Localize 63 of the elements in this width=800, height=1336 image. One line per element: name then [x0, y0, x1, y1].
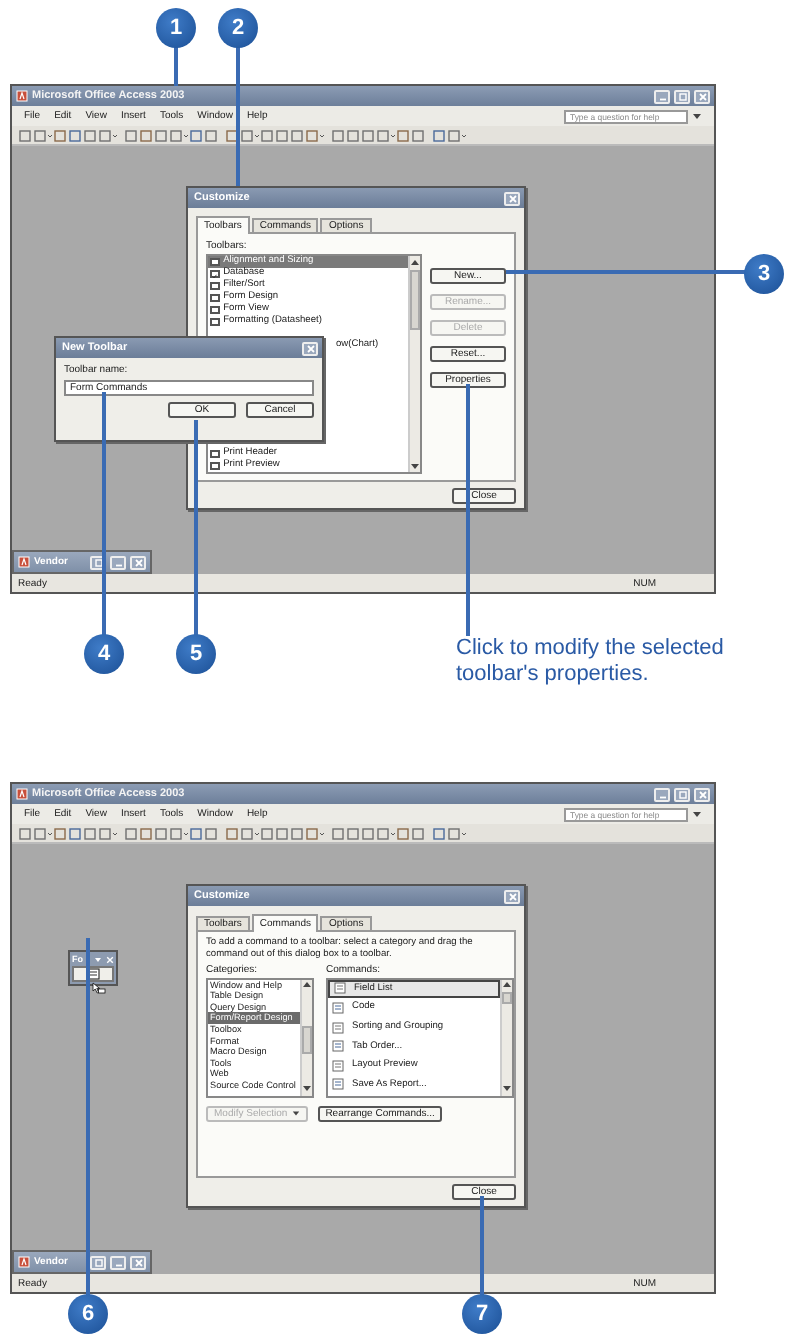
square-icon [677, 91, 687, 101]
document-icon [332, 1059, 344, 1072]
drag-cursor-icon [92, 982, 106, 994]
app-icon [18, 1256, 30, 1268]
close-icon [305, 343, 315, 353]
close-button[interactable] [130, 1255, 146, 1269]
close-icon [133, 1257, 143, 1267]
document-icon [334, 982, 346, 995]
callout-number: 5 [176, 634, 216, 674]
checkbox[interactable] [210, 293, 220, 303]
restore-button[interactable] [90, 1255, 106, 1269]
callout-number: 7 [462, 1294, 502, 1334]
minimize-button[interactable] [654, 89, 670, 103]
dropdown-arrow-icon[interactable] [692, 809, 702, 819]
leader-line [480, 1196, 484, 1296]
callout-number: 6 [68, 1294, 108, 1334]
square-icon [93, 1257, 103, 1267]
close-button[interactable] [302, 341, 318, 355]
callout-number: 2 [218, 8, 258, 48]
app-icon [16, 788, 28, 800]
close-icon [697, 789, 707, 799]
app-icon [18, 556, 30, 568]
minimize-button[interactable] [654, 787, 670, 801]
document-icon [332, 1078, 344, 1091]
leader-line [174, 46, 178, 86]
app-icon [16, 90, 28, 102]
close-icon [507, 193, 517, 203]
callout-number: 1 [156, 8, 196, 48]
close-icon [507, 891, 517, 901]
leader-line [236, 46, 240, 186]
scroll-up-icon[interactable] [302, 980, 312, 991]
close-button[interactable] [694, 89, 710, 103]
close-button[interactable] [694, 787, 710, 801]
close-icon[interactable] [106, 955, 114, 963]
scroll-thumb[interactable] [502, 992, 512, 1005]
scroll-down-icon[interactable] [410, 461, 420, 471]
document-icon [332, 1001, 344, 1014]
callout-number: 3 [744, 254, 784, 294]
checkbox[interactable] [210, 269, 220, 279]
scroll-thumb[interactable] [410, 269, 420, 329]
square-icon [93, 557, 103, 567]
document-icon [332, 1040, 344, 1053]
checkbox[interactable] [210, 257, 220, 267]
toolbar-button[interactable] [72, 966, 114, 982]
checkbox[interactable] [210, 317, 220, 327]
callout-number: 4 [84, 634, 124, 674]
caret-icon [291, 1109, 300, 1118]
checkbox[interactable] [210, 281, 220, 291]
caption-text: Click to modify the selected toolbar's properties. [456, 636, 726, 688]
checkbox[interactable] [210, 449, 220, 459]
document-icon [332, 1021, 344, 1034]
checkbox[interactable] [210, 305, 220, 315]
close-icon [697, 91, 707, 101]
dropdown-arrow-icon[interactable] [692, 111, 702, 121]
scroll-thumb[interactable] [302, 1026, 312, 1055]
square-icon [677, 789, 687, 799]
close-button[interactable] [504, 191, 520, 205]
checkbox[interactable] [210, 461, 220, 471]
close-button[interactable] [504, 889, 520, 903]
close-icon [133, 557, 143, 567]
close-button[interactable] [130, 555, 146, 569]
scroll-down-icon[interactable] [302, 1084, 312, 1095]
scroll-down-icon[interactable] [502, 1084, 512, 1095]
